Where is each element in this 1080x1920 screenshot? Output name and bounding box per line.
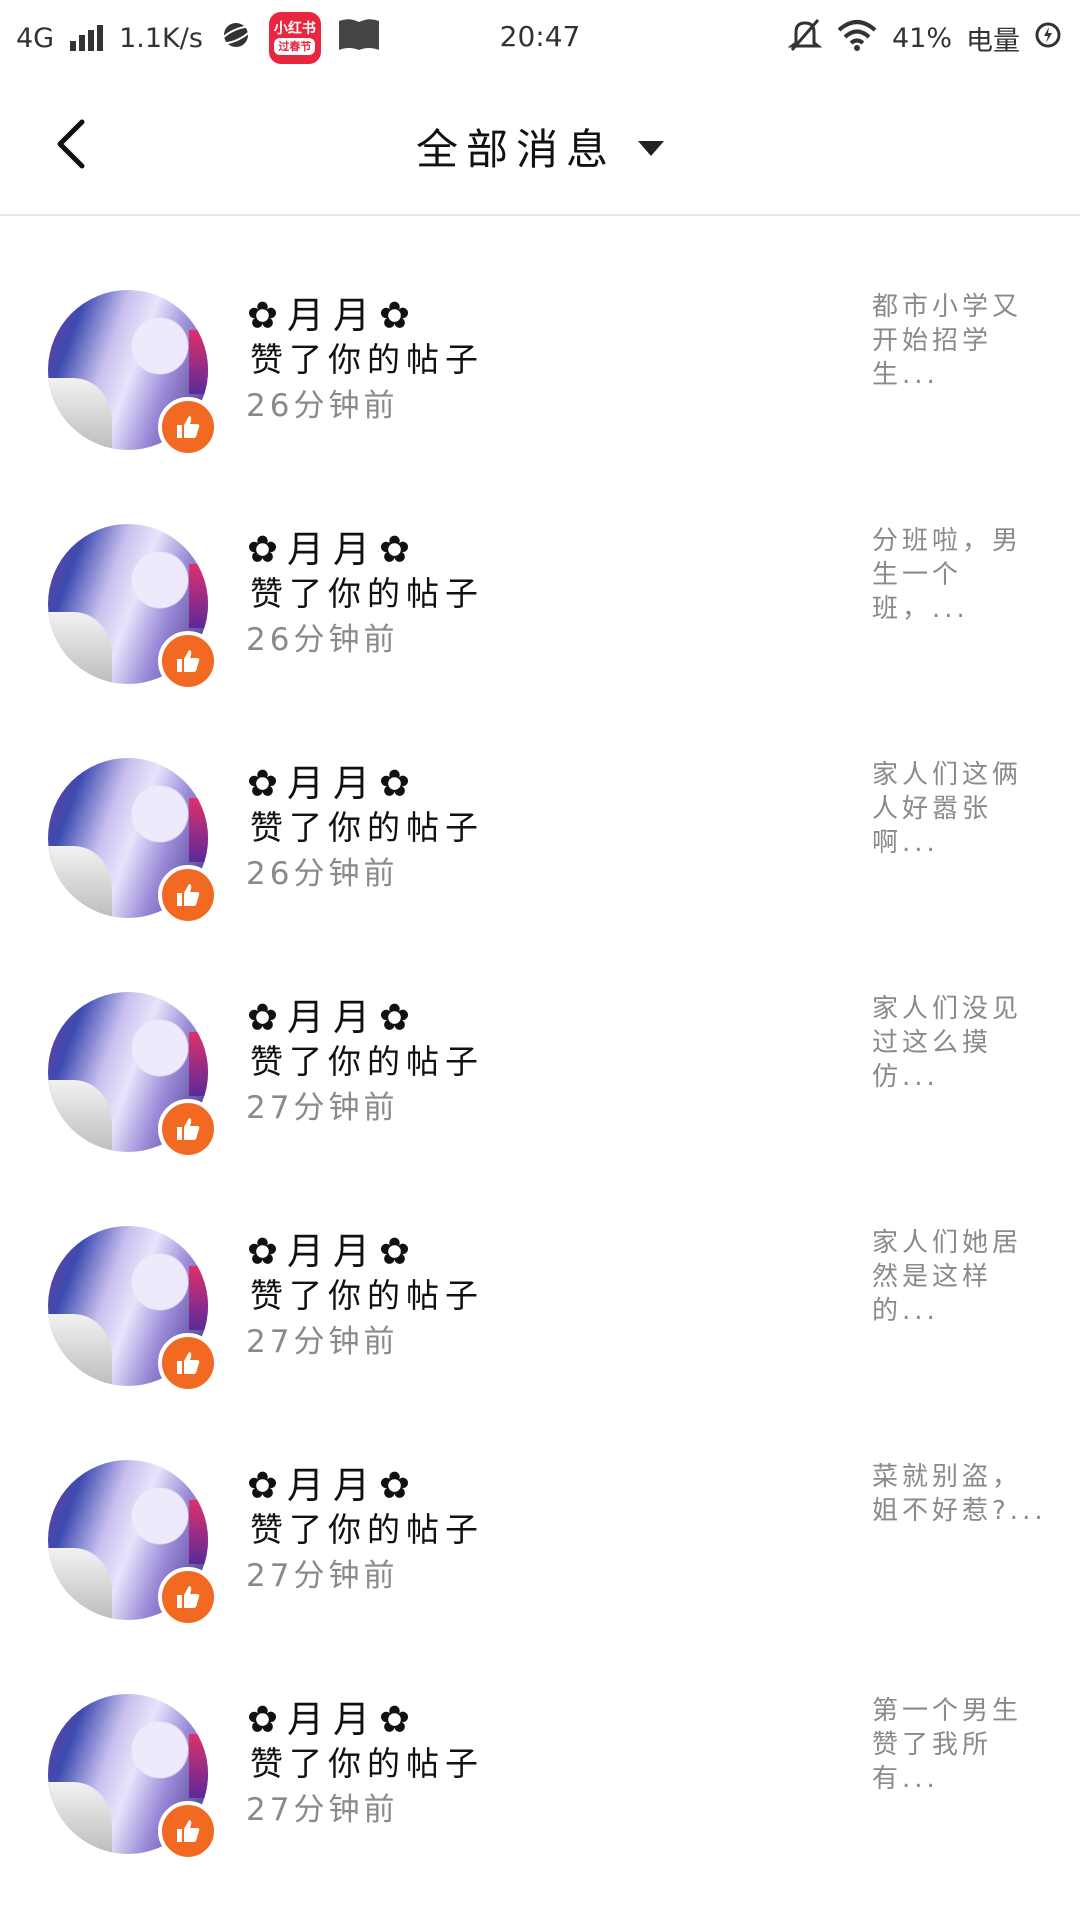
message-filter-dropdown[interactable]: 全部消息 <box>0 116 1080 177</box>
post-snippet[interactable]: 分班啦，男生一个班，... <box>872 524 1047 626</box>
notification-item[interactable]: ✿月月✿ 赞了你的帖子 26分钟前 家人们这俩人好嚣张啊... <box>0 683 1080 925</box>
notification-item[interactable]: ✿月月✿ 赞了你的帖子 26分钟前 都市小学又开始招学生... <box>0 215 1080 457</box>
post-snippet[interactable]: 家人们她居然是这样的... <box>872 1226 1047 1328</box>
post-snippet[interactable]: 家人们没见过这么摸仿... <box>872 992 1047 1094</box>
header: 全部消息 <box>0 76 1080 216</box>
notification-time: 27分钟前 <box>246 1558 399 1594</box>
notification-time: 27分钟前 <box>246 1792 399 1828</box>
like-badge <box>158 1099 218 1159</box>
post-snippet[interactable]: 菜就别盗，姐不好惹?... <box>872 1460 1047 1528</box>
notification-list: ✿月月✿ 赞了你的帖子 26分钟前 都市小学又开始招学生... ✿月月✿ 赞了你… <box>0 215 1080 1861</box>
like-badge <box>158 1567 218 1627</box>
thumbs-up-icon <box>177 884 200 906</box>
user-name[interactable]: ✿月月✿ <box>247 285 419 339</box>
user-name[interactable]: ✿月月✿ <box>247 987 419 1041</box>
thumbs-up-icon <box>177 1586 200 1608</box>
thumbs-up-icon <box>177 416 200 438</box>
notification-time: 26分钟前 <box>246 856 399 892</box>
notification-time: 27分钟前 <box>246 1324 399 1360</box>
notification-action: 赞了你的帖子 <box>250 1744 484 1783</box>
like-badge <box>158 1333 218 1393</box>
thumbs-up-icon <box>177 1820 200 1842</box>
thumbs-up-icon <box>177 1352 200 1374</box>
notification-item[interactable]: ✿月月✿ 赞了你的帖子 27分钟前 第一个男生赞了我所有... <box>0 1619 1080 1861</box>
user-name[interactable]: ✿月月✿ <box>247 1689 419 1743</box>
notification-action: 赞了你的帖子 <box>250 1042 484 1081</box>
notification-action: 赞了你的帖子 <box>250 1276 484 1315</box>
notification-item[interactable]: ✿月月✿ 赞了你的帖子 27分钟前 家人们没见过这么摸仿... <box>0 917 1080 1159</box>
notification-time: 26分钟前 <box>246 388 399 424</box>
triangle-down-icon <box>638 141 664 156</box>
like-badge <box>158 631 218 691</box>
user-name[interactable]: ✿月月✿ <box>247 519 419 573</box>
notification-item[interactable]: ✿月月✿ 赞了你的帖子 27分钟前 菜就别盗，姐不好惹?... <box>0 1385 1080 1627</box>
user-name[interactable]: ✿月月✿ <box>247 1455 419 1509</box>
user-name[interactable]: ✿月月✿ <box>247 753 419 807</box>
thumbs-up-icon <box>177 650 200 672</box>
like-badge <box>158 865 218 925</box>
notification-action: 赞了你的帖子 <box>250 340 484 379</box>
clock: 20:47 <box>499 20 581 53</box>
notification-item[interactable]: ✿月月✿ 赞了你的帖子 27分钟前 家人们她居然是这样的... <box>0 1151 1080 1393</box>
notification-action: 赞了你的帖子 <box>250 1510 484 1549</box>
status-bar: 4G 1.1K/s 小红书 过春节 20:47 41% 电量 <box>0 0 1080 76</box>
user-name[interactable]: ✿月月✿ <box>247 1221 419 1275</box>
page-title: 全部消息 <box>415 125 616 174</box>
notification-time: 27分钟前 <box>246 1090 399 1126</box>
post-snippet[interactable]: 都市小学又开始招学生... <box>872 290 1047 392</box>
like-badge <box>158 1801 218 1861</box>
thumbs-up-icon <box>177 1118 200 1140</box>
like-badge <box>158 397 218 457</box>
post-snippet[interactable]: 第一个男生赞了我所有... <box>872 1694 1047 1796</box>
post-snippet[interactable]: 家人们这俩人好嚣张啊... <box>872 758 1047 860</box>
notification-action: 赞了你的帖子 <box>250 574 484 613</box>
notification-time: 26分钟前 <box>246 622 399 658</box>
notification-action: 赞了你的帖子 <box>250 808 484 847</box>
notification-item[interactable]: ✿月月✿ 赞了你的帖子 26分钟前 分班啦，男生一个班，... <box>0 449 1080 691</box>
